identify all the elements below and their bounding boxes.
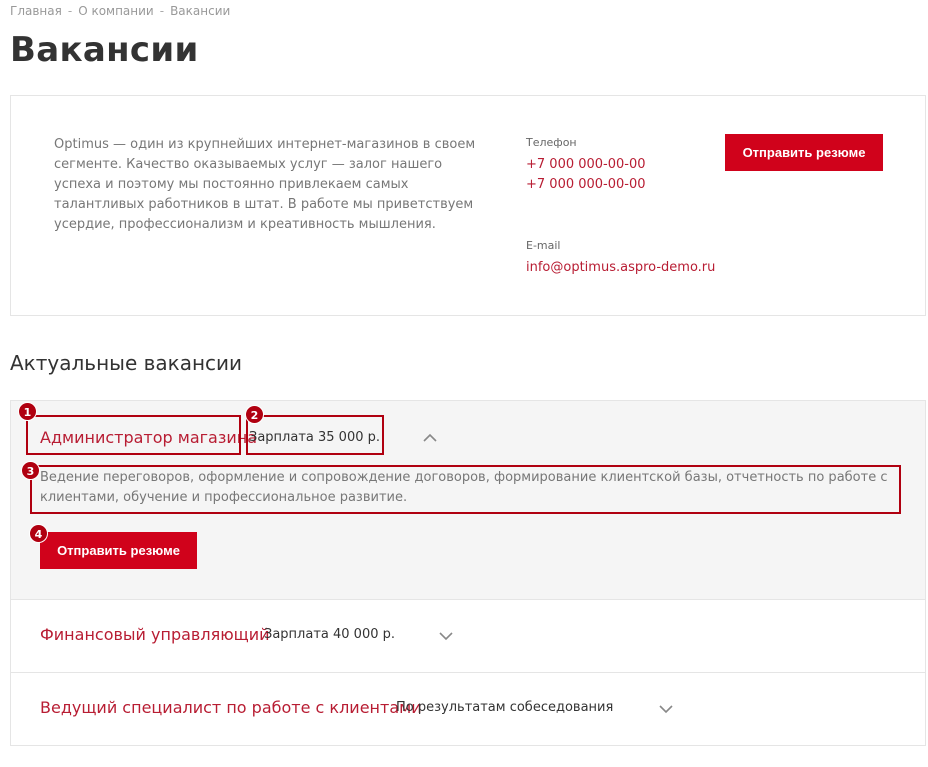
vacancy-salary: По результатам собеседования bbox=[396, 700, 614, 715]
phone-label: Телефон bbox=[526, 136, 577, 149]
vacancy-list: Администратор магазина Зарплата 35 000 р… bbox=[10, 400, 926, 746]
vacancy-item[interactable]: Финансовый управляющий Зарплата 40 000 р… bbox=[11, 599, 925, 672]
phone-link[interactable]: +7 000 000-00-00 bbox=[526, 157, 646, 172]
breadcrumb-item-current: Вакансии bbox=[170, 4, 231, 18]
company-intro-text: Optimus — один из крупнейших интернет-ма… bbox=[54, 137, 476, 232]
chevron-up-icon[interactable] bbox=[423, 433, 437, 443]
annotation-marker: 3 bbox=[21, 461, 40, 480]
section-title: Актуальные вакансии bbox=[10, 351, 243, 375]
vacancy-item: Администратор магазина Зарплата 35 000 р… bbox=[11, 401, 925, 599]
annotation-marker: 1 bbox=[18, 402, 37, 421]
vacancy-salary: Зарплата 35 000 р. bbox=[249, 430, 381, 445]
breadcrumb-separator: - bbox=[67, 4, 73, 18]
annotation-marker: 2 bbox=[245, 405, 264, 424]
vacancy-title[interactable]: Ведущий специалист по работе с клиентами bbox=[40, 698, 422, 717]
chevron-down-icon[interactable] bbox=[439, 631, 453, 641]
breadcrumb-item-home[interactable]: Главная bbox=[10, 4, 62, 18]
vacancy-item[interactable]: Ведущий специалист по работе с клиентами… bbox=[11, 672, 925, 745]
page-title: Вакансии bbox=[10, 30, 199, 70]
email-label: E-mail bbox=[526, 239, 561, 252]
annotation-marker: 4 bbox=[29, 524, 48, 543]
vacancy-description: Ведение переговоров, оформление и сопров… bbox=[40, 470, 888, 505]
breadcrumb-separator: - bbox=[159, 4, 165, 18]
email-link[interactable]: info@optimus.aspro-demo.ru bbox=[526, 260, 715, 275]
breadcrumb: Главная - О компании - Вакансии bbox=[10, 4, 230, 18]
chevron-down-icon[interactable] bbox=[659, 704, 673, 714]
send-resume-button[interactable]: Отправить резюме bbox=[725, 134, 883, 171]
vacancy-salary: Зарплата 40 000 р. bbox=[264, 627, 396, 642]
breadcrumb-item-about[interactable]: О компании bbox=[78, 4, 154, 18]
vacancy-title[interactable]: Администратор магазина bbox=[40, 428, 257, 447]
vacancy-send-resume-button[interactable]: Отправить резюме bbox=[40, 532, 197, 569]
company-info-box: Optimus — один из крупнейших интернет-ма… bbox=[10, 95, 926, 316]
vacancy-title[interactable]: Финансовый управляющий bbox=[40, 625, 270, 644]
phone-link[interactable]: +7 000 000-00-00 bbox=[526, 177, 646, 192]
